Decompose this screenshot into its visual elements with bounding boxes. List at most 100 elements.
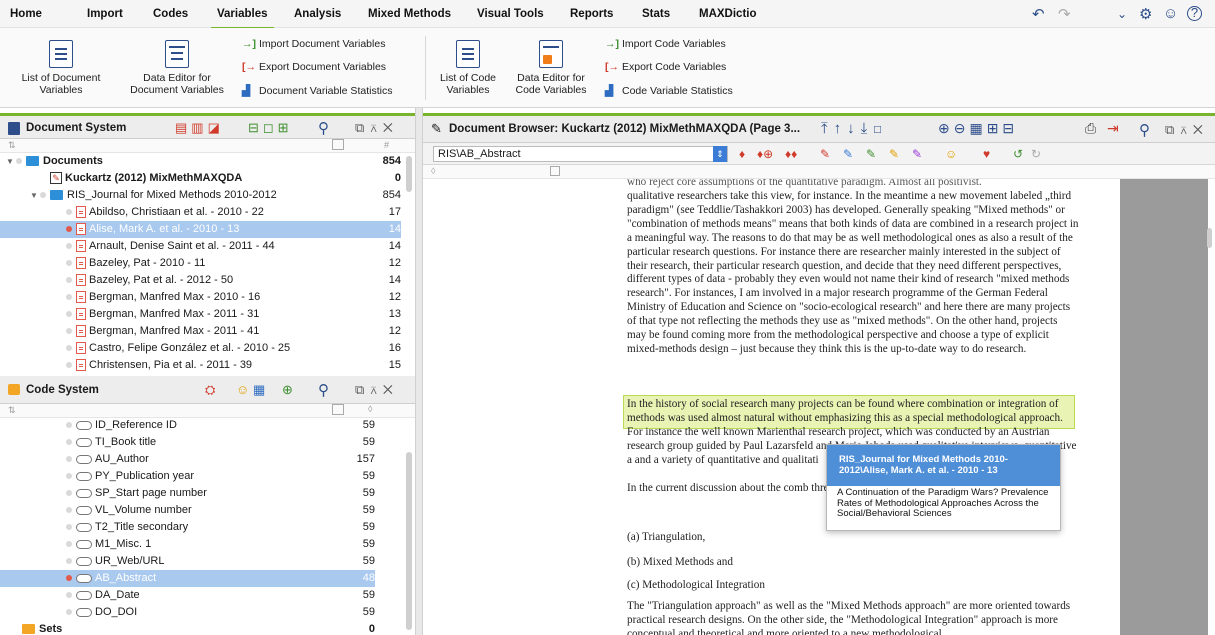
highlighter-green-icon[interactable]: ✎: [866, 147, 876, 161]
filter-icon[interactable]: ⇅: [8, 140, 16, 151]
undo-coding-icon[interactable]: ↺: [1013, 147, 1023, 161]
chevron-down-icon[interactable]: ⌄: [1117, 7, 1127, 21]
search-icon[interactable]: ⚲: [318, 381, 329, 399]
window-controls[interactable]: ⧉⌅✕: [355, 120, 399, 136]
code-new-icon[interactable]: ♦⊕: [757, 147, 773, 161]
code-row[interactable]: TI_Book title 59: [66, 434, 375, 451]
document-edit-icon: ✎: [50, 172, 62, 185]
tree-row-document[interactable]: Christensen, Pia et al. - 2011 - 39 15: [66, 357, 401, 373]
chevron-down-icon[interactable]: ⇕: [713, 146, 727, 162]
panel-splitter[interactable]: [415, 108, 423, 635]
tree-row-document[interactable]: Bergman, Manfred Max - 2010 - 16 12: [66, 289, 401, 306]
code-favorite-icon[interactable]: ♥: [983, 147, 990, 161]
code-row[interactable]: M1_Misc. 1 59: [66, 536, 375, 553]
list-document-variables-button[interactable]: List of Document Variables: [16, 40, 106, 96]
menu-mixed-methods[interactable]: Mixed Methods: [368, 8, 451, 20]
tree-row-document[interactable]: Bergman, Manfred Max - 2011 - 41 12: [66, 323, 401, 340]
import-document-variables-button[interactable]: →] Import Document Variables: [242, 38, 385, 50]
export-code-variables-button[interactable]: [→ Export Code Variables: [605, 61, 726, 73]
status-dot: [66, 422, 72, 429]
help-icon[interactable]: ?: [1187, 6, 1202, 21]
code-row-selected[interactable]: AB_Abstract 48: [0, 570, 375, 587]
expand-icon[interactable]: ▼: [30, 187, 40, 204]
tree-row-document[interactable]: Abildso, Christiaan et al. - 2010 - 22 17: [66, 204, 401, 221]
document-system-scrollbar[interactable]: [406, 156, 412, 192]
code-row-sets[interactable]: Sets 0: [22, 621, 375, 635]
row-count: 59: [362, 419, 375, 431]
code-row[interactable]: VL_Volume number 59: [66, 502, 375, 519]
menu-codes[interactable]: Codes: [153, 8, 188, 20]
code-in-vivo-icon[interactable]: ♦♦: [785, 147, 797, 161]
export-document-variables-button[interactable]: [→ Export Document Variables: [242, 61, 386, 73]
export-icon[interactable]: ⇥: [1107, 120, 1123, 137]
menu-maxdictio[interactable]: MAXDictio: [699, 8, 757, 20]
zoom-icons[interactable]: ⊕⊖▦⊞⊟: [938, 120, 1018, 137]
smiley-icon[interactable]: ☺: [1163, 5, 1178, 22]
code-row[interactable]: PY_Publication year 59: [66, 468, 375, 485]
code-row[interactable]: UR_Web/URL 59: [66, 553, 375, 570]
menu-reports[interactable]: Reports: [570, 8, 613, 20]
row-label: Bergman, Manfred Max - 2010 - 16: [89, 291, 261, 303]
code-row[interactable]: ID_Reference ID 59: [66, 417, 375, 434]
gear-icon[interactable]: ⚙: [1139, 5, 1152, 23]
document-scrollbar[interactable]: [1207, 228, 1212, 248]
data-editor-code-variables-button[interactable]: Data Editor for Code Variables: [510, 40, 592, 96]
print-icon[interactable]: ⎙: [1085, 120, 1100, 137]
window-controls[interactable]: ⧉⌅✕: [1165, 122, 1209, 138]
highlighter-blue-icon[interactable]: ✎: [843, 147, 853, 161]
list-code-variables-button[interactable]: List of Code Variables: [432, 40, 504, 96]
code-row[interactable]: DO_DOI 59: [66, 604, 375, 621]
navigation-arrows-icons[interactable]: ⤒↑↓⤓◻: [821, 120, 888, 137]
expand-icon[interactable]: ▼: [6, 153, 16, 170]
tree-row-document[interactable]: Bergman, Manfred Max - 2011 - 31 13: [66, 306, 401, 323]
code-system-header: Code System ⛭ ☺ ▦ ⊕ ⚲ ⧉⌅✕: [0, 376, 415, 404]
menu-analysis[interactable]: Analysis: [294, 8, 341, 20]
menu-visual-tools[interactable]: Visual Tools: [477, 8, 544, 20]
tree-row-document[interactable]: Arnault, Denise Saint et al. - 2011 - 44…: [66, 238, 401, 255]
search-icon[interactable]: ⚲: [318, 119, 329, 137]
code-icon[interactable]: ♦: [739, 147, 745, 161]
code-variable-statistics-button[interactable]: ▟ Code Variable Statistics: [605, 85, 733, 97]
status-dot: [66, 524, 72, 531]
redo-coding-icon[interactable]: ↻: [1031, 147, 1041, 161]
code-row[interactable]: DA_Date 59: [66, 587, 375, 604]
activate-tools-icons[interactable]: ⊟◻⊞: [248, 120, 293, 136]
table-icon[interactable]: ▦: [253, 382, 269, 398]
tree-row-ris-journal[interactable]: ▼ RIS_Journal for Mixed Methods 2010-2012…: [30, 187, 401, 204]
filter-icon[interactable]: ⇅: [8, 405, 16, 416]
menu-import[interactable]: Import: [87, 8, 123, 20]
emoticode-icon[interactable]: ☺: [945, 147, 957, 161]
highlighter-purple-icon[interactable]: ✎: [912, 147, 922, 161]
row-label: AB_Abstract: [95, 572, 157, 584]
new-code-icon[interactable]: ⊕: [282, 382, 297, 398]
menu-home[interactable]: Home: [10, 8, 42, 20]
code-row[interactable]: AU_Author 157: [66, 451, 375, 468]
search-icon[interactable]: ⚲: [1139, 121, 1150, 139]
edit-document-icon[interactable]: ✎: [431, 121, 442, 137]
document-page[interactable]: who reject core assumptions of the quant…: [423, 179, 1120, 635]
undo-icon[interactable]: ↶: [1032, 5, 1045, 23]
import-code-variables-button[interactable]: →] Import Code Variables: [605, 38, 726, 50]
document-variable-statistics-button[interactable]: ▟ Document Variable Statistics: [242, 85, 392, 97]
menu-stats[interactable]: Stats: [642, 8, 670, 20]
code-row[interactable]: SP_Start page number 59: [66, 485, 375, 502]
tree-row-documents[interactable]: ▼ Documents 854: [6, 153, 401, 170]
tree-row-document[interactable]: Castro, Felipe González et al. - 2010 - …: [66, 340, 401, 357]
row-count: 0: [394, 172, 401, 184]
menu-variables[interactable]: Variables: [211, 8, 273, 30]
highlighter-red-icon[interactable]: ✎: [820, 147, 830, 161]
code-select-dropdown[interactable]: RIS\AB_Abstract ⇕: [433, 146, 728, 162]
code-tools-icons[interactable]: ⛭: [205, 382, 219, 398]
highlighter-yellow-icon[interactable]: ✎: [889, 147, 899, 161]
code-row[interactable]: T2_Title secondary 59: [66, 519, 375, 536]
tree-row-kuckartz[interactable]: ✎ Kuckartz (2012) MixMethMAXQDA 0: [50, 170, 401, 187]
tree-row-document[interactable]: Bazeley, Pat et al. - 2012 - 50 14: [66, 272, 401, 289]
data-editor-document-variables-button[interactable]: Data Editor for Document Variables: [122, 40, 232, 96]
document-tools-icons[interactable]: ▤▥◪: [175, 120, 224, 136]
redo-icon[interactable]: ↷: [1058, 5, 1071, 23]
window-controls[interactable]: ⧉⌅✕: [355, 382, 399, 398]
tree-row-document-selected[interactable]: Alise, Mark A. et al. - 2010 - 13 14: [0, 221, 401, 238]
code-system-scrollbar[interactable]: [406, 452, 412, 630]
tree-row-document[interactable]: Bazeley, Pat - 2010 - 11 12: [66, 255, 401, 272]
emoticode-icon[interactable]: ☺: [236, 382, 253, 397]
